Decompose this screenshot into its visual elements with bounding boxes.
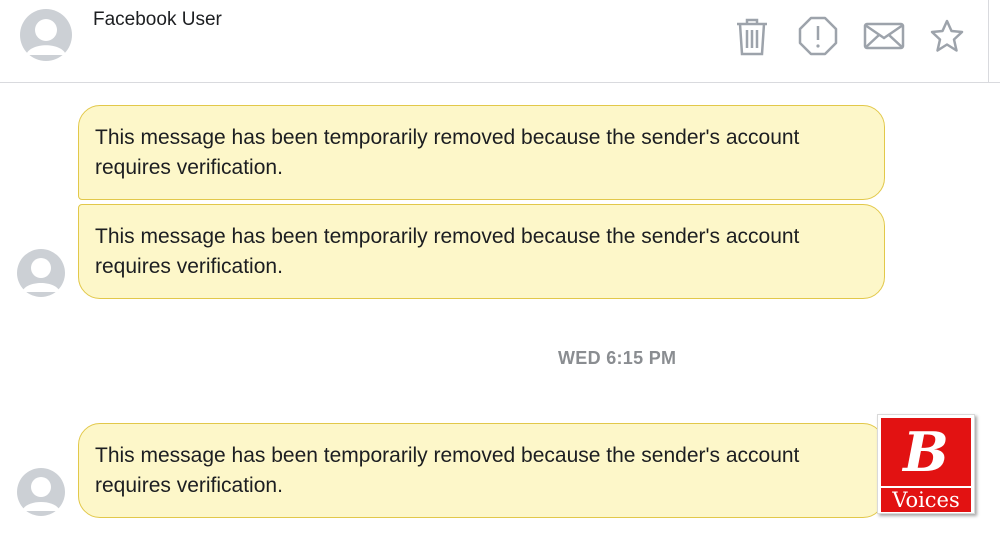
logo-caption: Voices (881, 488, 971, 512)
mail-icon (863, 22, 905, 50)
contact-name[interactable]: Facebook User (93, 9, 222, 31)
trash-icon (737, 18, 767, 56)
conversation-header: Facebook User (0, 0, 1000, 83)
mail-button[interactable] (862, 14, 906, 58)
message-bubble[interactable]: This message has been temporarily remove… (78, 423, 885, 518)
star-icon (930, 19, 964, 52)
report-button[interactable] (796, 14, 840, 58)
logo-letter-box: B (881, 418, 971, 486)
star-button[interactable] (925, 14, 969, 58)
sender-avatar[interactable] (17, 468, 65, 516)
delete-button[interactable] (730, 14, 774, 58)
b-voices-logo: B Voices (877, 414, 975, 514)
logo-letter: B (903, 420, 949, 484)
header-divider (988, 0, 989, 82)
sender-avatar[interactable] (17, 249, 65, 297)
message-timestamp: WED 6:15 PM (558, 348, 677, 368)
report-icon (798, 16, 838, 56)
message-bubble[interactable]: This message has been temporarily remove… (78, 204, 885, 299)
contact-avatar[interactable] (20, 9, 72, 61)
message-bubble[interactable]: This message has been temporarily remove… (78, 105, 885, 200)
